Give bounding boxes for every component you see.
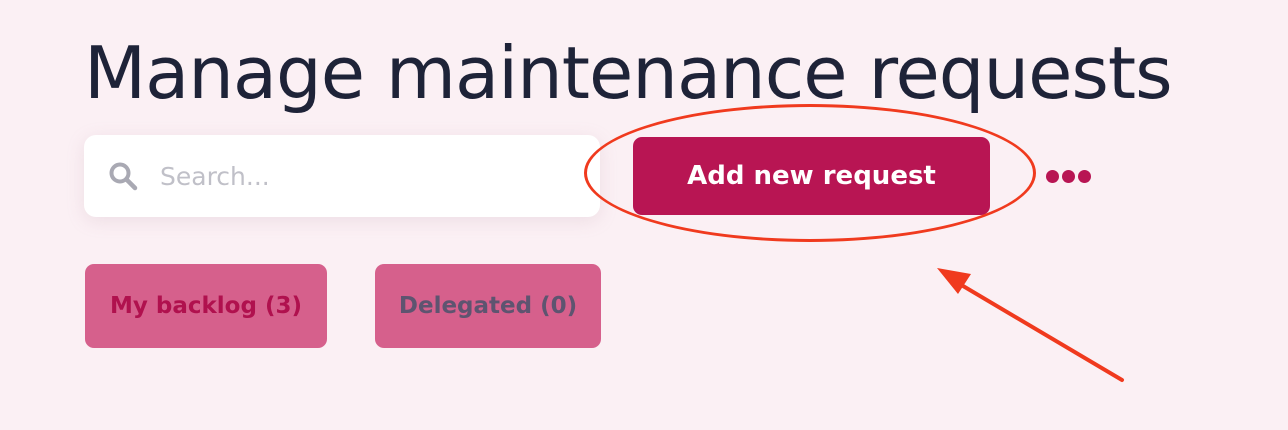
search-box[interactable] [84, 135, 600, 217]
more-dot-icon [1077, 169, 1091, 183]
more-options-button[interactable] [1040, 160, 1096, 192]
tab-delegated[interactable]: Delegated (0) [375, 264, 601, 348]
search-input[interactable] [158, 160, 562, 192]
search-icon [108, 161, 138, 191]
more-dot-icon [1045, 169, 1059, 183]
more-dot-icon [1061, 169, 1075, 183]
tab-my-backlog[interactable]: My backlog (3) [85, 264, 327, 348]
page-title: Manage maintenance requests [84, 31, 1173, 115]
add-new-request-button[interactable]: Add new request [633, 137, 990, 215]
